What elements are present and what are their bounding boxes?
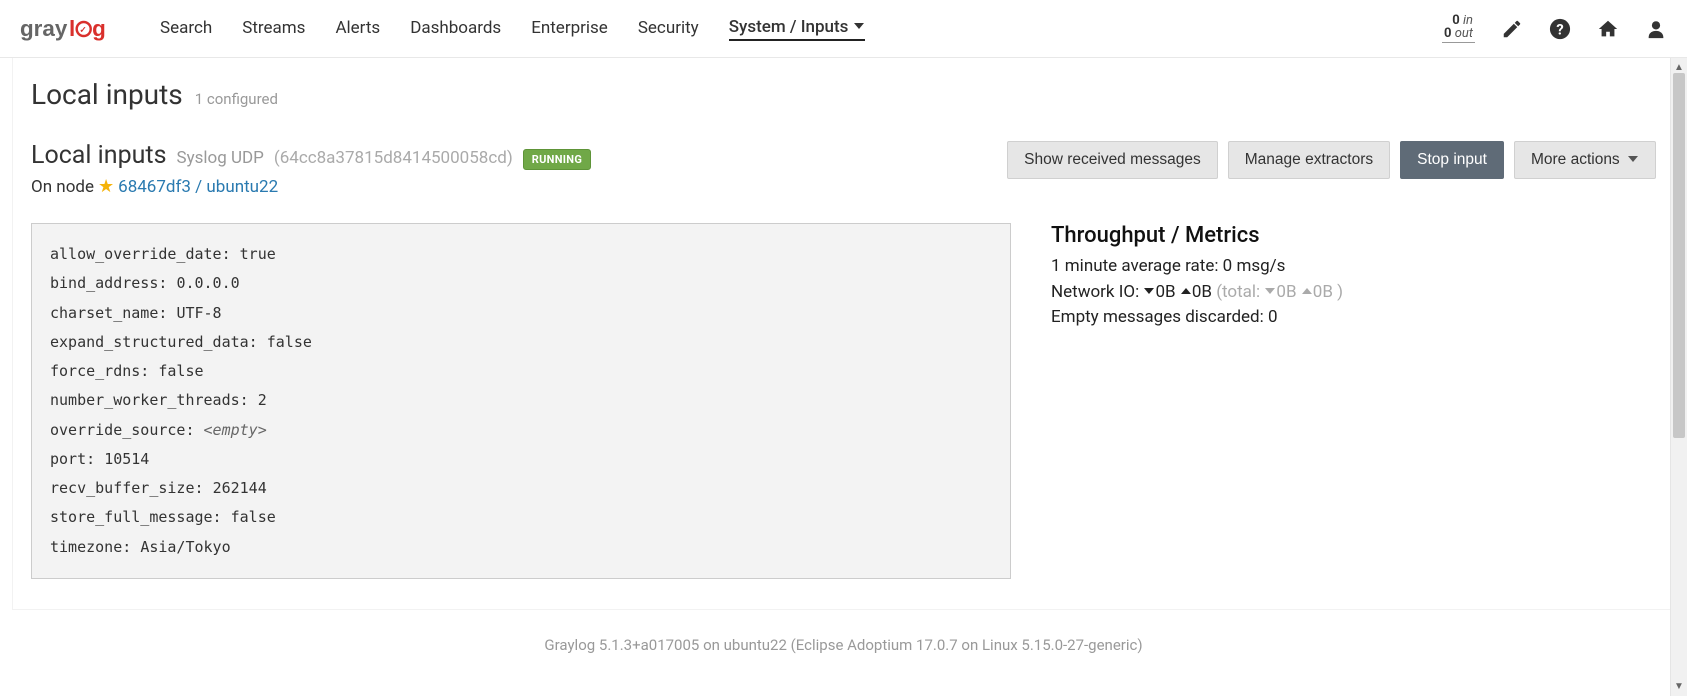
nav-security[interactable]: Security bbox=[638, 18, 699, 40]
cfg-val: false bbox=[267, 333, 312, 351]
empty-value: 0 bbox=[1268, 307, 1278, 327]
cfg-val: true bbox=[240, 245, 276, 263]
input-name: Local inputs bbox=[31, 141, 166, 170]
metrics-heading: Throughput / Metrics bbox=[1051, 223, 1656, 248]
input-title-line: Local inputs Syslog UDP (64cc8a37815d841… bbox=[31, 141, 1007, 170]
nav-streams[interactable]: Streams bbox=[242, 18, 305, 40]
out-count: 0 bbox=[1444, 26, 1451, 41]
scrollbar[interactable]: ▲ ▼ bbox=[1670, 58, 1687, 696]
cfg-bind_address: bind_address: 0.0.0.0 bbox=[50, 269, 992, 298]
caret-up-icon bbox=[1302, 288, 1312, 294]
nav-dashboards[interactable]: Dashboards bbox=[410, 18, 501, 40]
svg-text:✓: ✓ bbox=[80, 24, 87, 34]
cfg-val: 2 bbox=[258, 391, 267, 409]
home-icon[interactable] bbox=[1597, 18, 1619, 40]
input-header: Local inputs Syslog UDP (64cc8a37815d841… bbox=[31, 141, 1656, 197]
scroll-thumb[interactable] bbox=[1673, 73, 1685, 438]
out-label: out bbox=[1455, 26, 1473, 41]
cfg-charset_name: charset_name: UTF-8 bbox=[50, 299, 992, 328]
page: Local inputs 1 configured Local inputs S… bbox=[12, 58, 1675, 610]
cfg-val: <empty> bbox=[204, 421, 267, 439]
topbar: gray l ✓ g Search Streams Alerts Dashboa… bbox=[0, 0, 1687, 58]
input-id: (64cc8a37815d8414500058cd) bbox=[274, 148, 513, 168]
svg-text:?: ? bbox=[1556, 20, 1563, 38]
footer: Graylog 5.1.3+a017005 on ubuntu22 (Eclip… bbox=[0, 620, 1687, 684]
show-received-messages-button[interactable]: Show received messages bbox=[1007, 141, 1218, 179]
cfg-recv_buffer_size: recv_buffer_size: 262144 bbox=[50, 474, 992, 503]
metrics: Throughput / Metrics 1 minute average ra… bbox=[1051, 223, 1656, 331]
nav-system-inputs-label: System / Inputs bbox=[729, 17, 849, 37]
avg-rate-value: 0 msg/s bbox=[1223, 256, 1286, 276]
help-icon[interactable]: ? bbox=[1549, 18, 1571, 40]
empty-label: Empty messages discarded: bbox=[1051, 307, 1264, 327]
edit-icon[interactable] bbox=[1501, 18, 1523, 40]
total-close: ) bbox=[1337, 282, 1343, 302]
cfg-val: 0.0.0.0 bbox=[176, 274, 239, 292]
node-link[interactable]: 68467df3 / ubuntu22 bbox=[118, 177, 278, 197]
page-title: Local inputs bbox=[31, 78, 183, 111]
manage-extractors-button[interactable]: Manage extractors bbox=[1228, 141, 1390, 179]
nav-enterprise[interactable]: Enterprise bbox=[531, 18, 608, 40]
cfg-allow_override_date: allow_override_date: true bbox=[50, 240, 992, 269]
input-type: Syslog UDP bbox=[176, 148, 263, 168]
network-io-row: Network IO: 0B 0B (total: 0B 0B ) bbox=[1051, 280, 1656, 306]
stop-input-button[interactable]: Stop input bbox=[1400, 141, 1504, 179]
scroll-down-arrow[interactable]: ▼ bbox=[1674, 681, 1684, 692]
nav-alerts[interactable]: Alerts bbox=[335, 18, 380, 40]
total-down: 0B bbox=[1276, 282, 1296, 302]
net-up: 0B bbox=[1192, 282, 1212, 302]
input-header-left: Local inputs Syslog UDP (64cc8a37815d841… bbox=[31, 141, 1007, 197]
empty-discarded-row: Empty messages discarded: 0 bbox=[1051, 305, 1656, 331]
cfg-val: UTF-8 bbox=[176, 304, 221, 322]
caret-down-icon bbox=[1628, 156, 1638, 162]
node-line: On node ★ 68467df3 / ubuntu22 bbox=[31, 176, 1007, 197]
page-subtitle: 1 configured bbox=[195, 90, 278, 108]
nav-right: 0 in 0 out ? bbox=[1442, 14, 1667, 43]
cfg-expand_structured_data: expand_structured_data: false bbox=[50, 328, 992, 357]
nav-search[interactable]: Search bbox=[160, 18, 212, 40]
cfg-force_rdns: force_rdns: false bbox=[50, 357, 992, 386]
svg-text:g: g bbox=[92, 16, 106, 41]
svg-text:l: l bbox=[69, 16, 75, 41]
action-buttons: Show received messages Manage extractors… bbox=[1007, 141, 1656, 179]
cfg-val: 10514 bbox=[104, 450, 149, 468]
cfg-number_worker_threads: number_worker_threads: 2 bbox=[50, 386, 992, 415]
caret-up-icon bbox=[1181, 288, 1191, 294]
cfg-port: port: 10514 bbox=[50, 445, 992, 474]
input-section: Local inputs Syslog UDP (64cc8a37815d841… bbox=[31, 141, 1656, 579]
caret-down-icon bbox=[1144, 288, 1154, 294]
caret-down-icon bbox=[1265, 288, 1275, 294]
net-down: 0B bbox=[1155, 282, 1175, 302]
cfg-val: Asia/Tokyo bbox=[140, 538, 230, 556]
on-node-label: On node bbox=[31, 177, 94, 197]
cfg-val: false bbox=[158, 362, 203, 380]
more-actions-label: More actions bbox=[1531, 151, 1620, 168]
total-up: 0B bbox=[1313, 282, 1333, 302]
avg-rate-label: 1 minute average rate: bbox=[1051, 256, 1218, 276]
cfg-val: 262144 bbox=[213, 479, 267, 497]
svg-text:gray: gray bbox=[20, 16, 68, 41]
scroll-up-arrow[interactable]: ▲ bbox=[1674, 62, 1684, 73]
user-icon[interactable] bbox=[1645, 18, 1667, 40]
cfg-override_source: override_source: <empty> bbox=[50, 416, 992, 445]
cfg-val: false bbox=[231, 508, 276, 526]
avg-rate-row: 1 minute average rate: 0 msg/s bbox=[1051, 254, 1656, 280]
main-nav: Search Streams Alerts Dashboards Enterpr… bbox=[160, 17, 1442, 41]
cfg-timezone: timezone: Asia/Tokyo bbox=[50, 533, 992, 562]
network-io-label: Network IO: bbox=[1051, 282, 1139, 302]
nav-system-inputs[interactable]: System / Inputs bbox=[729, 17, 866, 41]
cfg-store_full_message: store_full_message: false bbox=[50, 503, 992, 532]
more-actions-button[interactable]: More actions bbox=[1514, 141, 1656, 179]
caret-down-icon bbox=[854, 23, 864, 29]
logo[interactable]: gray l ✓ g bbox=[20, 15, 132, 43]
config-box: allow_override_date: true bind_address: … bbox=[31, 223, 1011, 579]
star-icon: ★ bbox=[98, 176, 114, 197]
scroll-track[interactable] bbox=[1671, 73, 1687, 681]
global-throughput[interactable]: 0 in 0 out bbox=[1442, 14, 1475, 43]
page-title-row: Local inputs 1 configured bbox=[31, 78, 1656, 111]
input-columns: allow_override_date: true bind_address: … bbox=[31, 223, 1656, 579]
status-badge: RUNNING bbox=[523, 149, 591, 170]
total-label: (total: bbox=[1216, 282, 1260, 302]
